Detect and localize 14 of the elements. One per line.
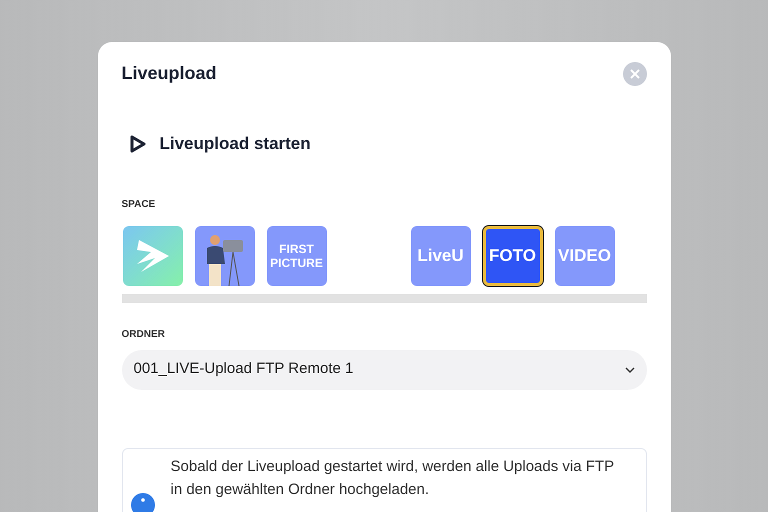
space-tile[interactable]: FOTO [482,226,542,286]
close-icon [630,68,640,78]
dialog-title: Liveupload [122,62,217,85]
start-liveupload-button[interactable]: Liveupload starten [130,131,311,156]
space-tile[interactable] [194,226,254,286]
folder-label: ORDNER [122,328,166,342]
close-button[interactable] [622,62,646,86]
chevron-down-icon [624,366,634,372]
info-text: Sobald der Liveupload gestartet wird, werden alle Uploads via FTP in den gewählten Ordner hochgeladen. [170,456,615,500]
folder-select[interactable]: 001_LIVE-Upload FTP Remote 1 [122,350,646,390]
play-icon [130,134,146,153]
space-label: SPACE [122,198,156,212]
horizontal-scrollbar[interactable] [122,294,646,302]
space-tile[interactable] [122,226,182,286]
